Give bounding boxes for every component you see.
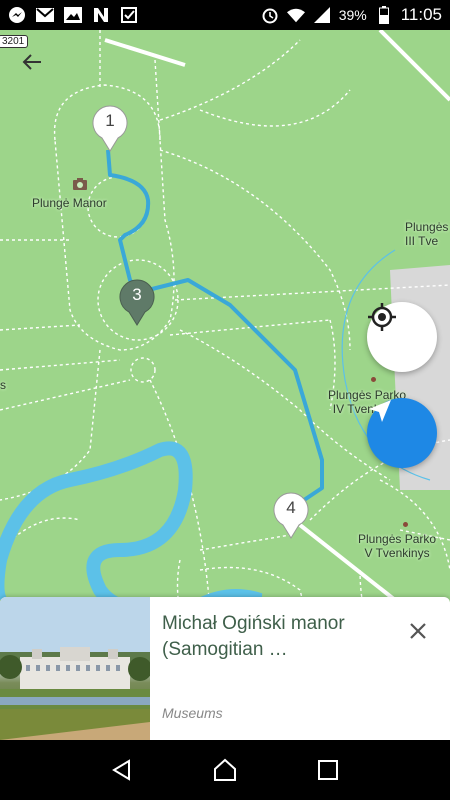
navigation-arrow-icon <box>369 400 391 422</box>
battery-icon <box>375 6 393 24</box>
poi-label-cut: s <box>0 378 6 392</box>
nav-home-button[interactable] <box>205 750 245 790</box>
n-app-icon <box>92 6 110 24</box>
clock: 11:05 <box>400 5 442 24</box>
messenger-icon <box>8 6 26 24</box>
poi-dot <box>403 522 408 527</box>
pin-number: 3 <box>132 285 142 304</box>
route-pin-4[interactable]: 4 <box>272 492 310 540</box>
home-icon <box>213 758 236 781</box>
back-button[interactable] <box>20 50 52 82</box>
place-photo <box>0 597 150 740</box>
gmail-icon <box>36 6 54 24</box>
road <box>104 38 186 67</box>
road-number-badge: 3201 <box>0 35 29 48</box>
place-category: Museums <box>162 705 223 721</box>
close-icon <box>410 623 426 639</box>
signal-icon <box>313 6 331 24</box>
my-location-button[interactable] <box>367 302 437 372</box>
navigate-button[interactable] <box>367 398 437 468</box>
pin-number: 4 <box>286 498 296 517</box>
nav-recents-button[interactable] <box>308 750 348 790</box>
road <box>378 30 450 102</box>
nav-back-button[interactable] <box>102 750 142 790</box>
poi-dot <box>371 377 376 382</box>
system-nav-bar <box>0 740 450 800</box>
crosshair-icon <box>368 303 396 331</box>
close-card-button[interactable] <box>402 615 434 647</box>
place-card[interactable]: Michał Ogiński manor (Samogitian … Museu… <box>0 597 450 740</box>
battery-percent: 39% <box>338 7 367 23</box>
route-pin-1[interactable]: 1 <box>91 105 129 153</box>
wifi-icon <box>286 6 305 24</box>
alarm-icon <box>261 6 279 24</box>
photos-icon <box>64 6 82 24</box>
triangle-back-icon <box>111 759 130 781</box>
checkmark-app-icon <box>120 6 138 24</box>
poi-label-tvenkinys-3[interactable]: Plungės III Tve <box>405 220 448 248</box>
pin-number: 1 <box>105 111 115 130</box>
route-pin-3[interactable]: 3 <box>118 279 156 327</box>
square-recents-icon <box>318 760 339 780</box>
poi-label-tvenkinys-5[interactable]: Plungės Parko V Tvenkinys <box>358 532 436 560</box>
poi-label-manor[interactable]: Plungė Manor <box>32 196 107 210</box>
status-bar: 39% 11:05 <box>0 0 450 30</box>
river <box>0 441 263 620</box>
place-title[interactable]: Michał Ogiński manor (Samogitian … <box>162 611 392 663</box>
arrow-left-icon <box>22 54 41 70</box>
